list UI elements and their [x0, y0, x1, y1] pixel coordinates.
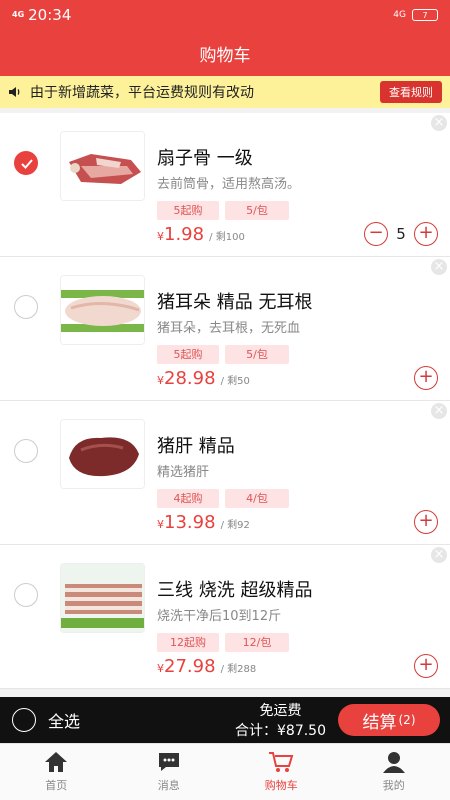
- page-title: 购物车: [199, 45, 251, 66]
- checkmark-icon: [21, 159, 33, 169]
- stock-remaining: / 剩50: [220, 376, 250, 387]
- notice-text: 由于新增蔬菜，平台运费规则有改动: [30, 85, 254, 101]
- increase-button[interactable]: +: [414, 510, 438, 534]
- stock-remaining: / 剩100: [209, 232, 245, 243]
- status-bar: 4G 20:34 4G 7: [0, 0, 450, 30]
- item-checkbox[interactable]: [14, 151, 38, 175]
- page-header: 购物车: [0, 30, 450, 76]
- stock-remaining: / 剩288: [220, 664, 257, 675]
- close-icon[interactable]: ×: [431, 547, 447, 563]
- quantity-stepper: +: [414, 654, 438, 678]
- free-shipping-label: 免运费: [259, 703, 302, 719]
- price-value: 13.98: [164, 512, 216, 533]
- tab-profile[interactable]: 我的: [338, 744, 450, 800]
- user-icon: [382, 752, 405, 773]
- cart-item: × 猪耳朵 精品 无耳根 猪耳朵，去耳根，无死血 5起购 5/包 ¥28.98 …: [0, 257, 450, 401]
- item-desc: 去前筒骨，适用熬高汤。: [157, 177, 301, 192]
- tab-cart[interactable]: 购物车: [225, 744, 338, 800]
- item-checkbox[interactable]: [14, 439, 38, 463]
- pack-size-tag: 12/包: [225, 633, 289, 652]
- item-name: 猪肝 精品: [157, 436, 235, 457]
- item-name: 三线 烧洗 超级精品: [157, 580, 313, 601]
- close-icon[interactable]: ×: [431, 403, 447, 419]
- quantity-stepper: − 5 +: [364, 222, 438, 246]
- notice-bar: 由于新增蔬菜，平台运费规则有改动 查看规则: [0, 76, 450, 108]
- stock-remaining: / 剩92: [220, 520, 250, 531]
- pork-bone-image: [60, 131, 145, 201]
- home-icon: [45, 752, 68, 772]
- min-order-tag: 12起购: [157, 633, 219, 652]
- pork-liver-image: [60, 419, 145, 489]
- message-icon: [158, 753, 179, 771]
- price-value: 28.98: [164, 368, 216, 389]
- checkout-count: (2): [398, 713, 416, 727]
- total-price: 合计：¥87.50: [235, 723, 326, 739]
- cart-item: × 三线 烧洗 超级精品 烧洗干净后10到12斤 12起购 12/包 ¥27.9…: [0, 545, 450, 689]
- checkout-button[interactable]: 结算 (2): [338, 704, 440, 736]
- checkout-bar: 全选 免运费 合计：¥87.50 结算 (2): [0, 697, 450, 743]
- speaker-icon: [9, 87, 20, 97]
- tab-bar: 首页 消息 购物车 我的: [0, 743, 450, 800]
- view-rules-button[interactable]: 查看规则: [380, 81, 442, 103]
- tab-home[interactable]: 首页: [0, 744, 113, 800]
- quantity-value: 5: [396, 225, 406, 243]
- quantity-stepper: +: [414, 510, 438, 534]
- battery-icon: 7: [412, 9, 438, 21]
- cart-list: × 扇子骨 一级 去前筒骨，适用熬高汤。 5起购 5/包 ¥1.98 / 剩10…: [0, 113, 450, 697]
- item-checkbox[interactable]: [14, 295, 38, 319]
- item-desc: 烧洗干净后10到12斤: [157, 609, 282, 624]
- item-desc: 精选猪肝: [157, 465, 210, 480]
- price-value: 1.98: [164, 224, 205, 245]
- pack-size-tag: 5/包: [225, 201, 289, 220]
- cart-icon: [269, 752, 294, 772]
- status-time: 20:34: [28, 6, 72, 24]
- select-all-checkbox[interactable]: [12, 708, 36, 732]
- cart-item: × 扇子骨 一级 去前筒骨，适用熬高汤。 5起购 5/包 ¥1.98 / 剩10…: [0, 113, 450, 257]
- item-price: ¥13.98 / 剩92: [157, 512, 250, 533]
- item-checkbox[interactable]: [14, 583, 38, 607]
- pork-belly-image: [60, 563, 145, 633]
- item-price: ¥1.98 / 剩100: [157, 224, 245, 245]
- price-value: 27.98: [164, 656, 216, 677]
- checkout-button-label: 结算: [362, 712, 397, 733]
- increase-button[interactable]: +: [414, 366, 438, 390]
- network-indicator: 4G: [393, 10, 406, 20]
- cart-item: × 猪肝 精品 精选猪肝 4起购 4/包 ¥13.98 / 剩92 +: [0, 401, 450, 545]
- item-name: 猪耳朵 精品 无耳根: [157, 292, 313, 313]
- signal-indicator: 4G: [12, 10, 25, 19]
- select-all-label[interactable]: 全选: [48, 708, 80, 732]
- quantity-stepper: +: [414, 366, 438, 390]
- increase-button[interactable]: +: [414, 222, 438, 246]
- cart-totals: 免运费 合计：¥87.50: [235, 700, 326, 740]
- min-order-tag: 5起购: [157, 345, 219, 364]
- min-order-tag: 4起购: [157, 489, 219, 508]
- pack-size-tag: 4/包: [225, 489, 289, 508]
- pig-ear-image: [60, 275, 145, 345]
- close-icon[interactable]: ×: [431, 259, 447, 275]
- item-desc: 猪耳朵，去耳根，无死血: [157, 321, 301, 336]
- item-name: 扇子骨 一级: [157, 148, 253, 169]
- increase-button[interactable]: +: [414, 654, 438, 678]
- item-price: ¥28.98 / 剩50: [157, 368, 250, 389]
- min-order-tag: 5起购: [157, 201, 219, 220]
- close-icon[interactable]: ×: [431, 115, 447, 131]
- item-price: ¥27.98 / 剩288: [157, 656, 257, 677]
- decrease-button[interactable]: −: [364, 222, 388, 246]
- pack-size-tag: 5/包: [225, 345, 289, 364]
- tab-messages[interactable]: 消息: [113, 744, 226, 800]
